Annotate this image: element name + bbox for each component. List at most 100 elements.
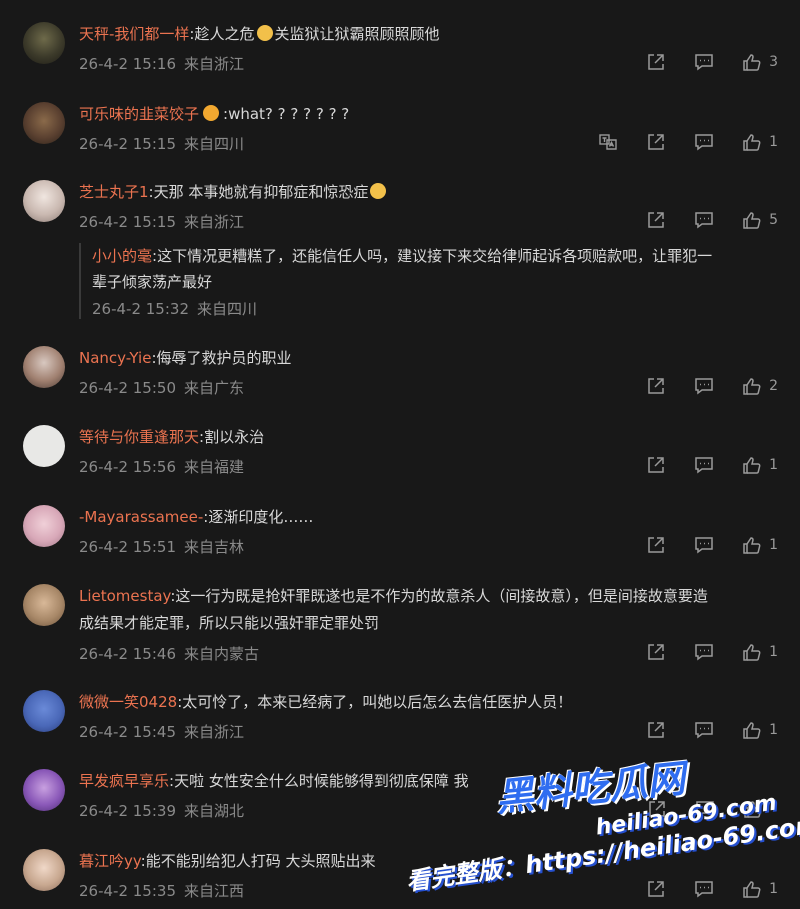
share-icon[interactable] bbox=[646, 210, 666, 230]
comment-username[interactable]: Lietomestay bbox=[79, 587, 170, 605]
comment-text: 天那 本事她就有抑郁症和惊恐症 bbox=[153, 183, 369, 201]
avatar[interactable] bbox=[23, 180, 65, 222]
avatar[interactable] bbox=[23, 505, 65, 547]
comment-time: 26-4-2 15:16 bbox=[79, 55, 176, 73]
like-icon[interactable] bbox=[742, 720, 762, 740]
comment-meta: 26-4-2 15:15 来自浙江 bbox=[79, 211, 244, 232]
comment-text-line2: 成结果才能定罪，所以只能以强奸罪定罪处罚 bbox=[79, 614, 380, 632]
reply-item: 小小的毫:这下情况更糟糕了，还能信任人吗，建议接下来交给律师起诉各项赔款吧，让罪… bbox=[79, 243, 792, 319]
like-icon[interactable] bbox=[742, 52, 762, 72]
comment-time: 26-4-2 15:15 bbox=[79, 135, 176, 153]
comment-actions: 5 bbox=[646, 210, 778, 230]
comment-line: 天秤-我们都一样:趁人之危 关监狱让狱霸照顾照顾他 bbox=[79, 25, 440, 43]
comment-line: -Mayarassamee-:逐渐印度化…… bbox=[79, 508, 314, 526]
share-icon[interactable] bbox=[646, 132, 666, 152]
comment-location: 来自湖北 bbox=[184, 802, 245, 820]
comment-line: 早发疯早享乐:天啦 女性安全什么时候能够得到彻底保障 我 bbox=[79, 772, 469, 790]
reply-text-line2: 辈子倾家荡产最好 bbox=[92, 273, 213, 291]
comment-location: 来自吉林 bbox=[184, 538, 245, 556]
share-icon[interactable] bbox=[646, 879, 666, 899]
like-icon[interactable] bbox=[742, 642, 762, 662]
like-icon[interactable] bbox=[742, 376, 762, 396]
comment-icon[interactable] bbox=[694, 879, 714, 899]
share-icon[interactable] bbox=[646, 720, 666, 740]
share-icon[interactable] bbox=[646, 52, 666, 72]
avatar[interactable] bbox=[23, 849, 65, 891]
like-icon[interactable] bbox=[742, 210, 762, 230]
comment-text: 逐渐印度化…… bbox=[208, 508, 314, 526]
comment-icon[interactable] bbox=[694, 52, 714, 72]
comment-line: 微微一笑0428:太可怜了，本来已经病了，叫她以后怎么去信任医护人员！ bbox=[79, 693, 573, 711]
avatar[interactable] bbox=[23, 22, 65, 64]
reply-location: 来自四川 bbox=[197, 300, 258, 318]
like-count: 1 bbox=[769, 457, 778, 473]
like-icon[interactable] bbox=[742, 879, 762, 899]
comment-actions: 1 bbox=[646, 455, 778, 475]
comment-line: Lietomestay:这一行为既是抢奸罪既遂也是不作为的故意杀人（间接故意），… bbox=[79, 587, 708, 605]
like-icon[interactable] bbox=[743, 799, 763, 819]
comment-username[interactable]: 可乐味的韭菜饺子 bbox=[79, 105, 199, 123]
comment-line: Nancy-Yie:侮辱了救护员的职业 bbox=[79, 349, 292, 367]
comment-line: 等待与你重逢那天:割以永治 bbox=[79, 428, 265, 446]
comment-location: 来自浙江 bbox=[184, 213, 245, 231]
comment-time: 26-4-2 15:35 bbox=[79, 882, 176, 900]
reply-username[interactable]: 小小的毫 bbox=[92, 247, 152, 265]
comment-username[interactable]: 芝士丸子1 bbox=[79, 183, 149, 201]
share-icon[interactable] bbox=[646, 535, 666, 555]
avatar[interactable] bbox=[23, 102, 65, 144]
comment-username[interactable]: 等待与你重逢那天 bbox=[79, 428, 199, 446]
like-count: 1 bbox=[769, 881, 778, 897]
comment-username[interactable]: -Mayarassamee- bbox=[79, 508, 203, 526]
comment-actions: 1 bbox=[646, 642, 778, 662]
avatar[interactable] bbox=[23, 584, 65, 626]
comment-icon[interactable] bbox=[694, 720, 714, 740]
comment-meta: 26-4-2 15:45 来自浙江 bbox=[79, 721, 244, 742]
comment-time: 26-4-2 15:39 bbox=[79, 802, 176, 820]
comment-location: 来自浙江 bbox=[184, 55, 245, 73]
share-icon[interactable] bbox=[646, 455, 666, 475]
comment-icon[interactable] bbox=[694, 210, 714, 230]
avatar[interactable] bbox=[23, 769, 65, 811]
comment-meta: 26-4-2 15:56 来自福建 bbox=[79, 456, 244, 477]
comment-line: 芝士丸子1:天那 本事她就有抑郁症和惊恐症 bbox=[79, 179, 782, 205]
comment-actions: 1 bbox=[646, 535, 778, 555]
like-icon[interactable] bbox=[742, 535, 762, 555]
comment-text: 天啦 女性安全什么时候能够得到彻底保障 我 bbox=[174, 772, 469, 790]
comment-text: 割以永治 bbox=[204, 428, 265, 446]
like-icon[interactable] bbox=[742, 132, 762, 152]
comment-time: 26-4-2 15:56 bbox=[79, 458, 176, 476]
comment-username[interactable]: 暮江吟yy bbox=[79, 852, 141, 870]
comment-icon[interactable] bbox=[694, 642, 714, 662]
like-count: 1 bbox=[769, 722, 778, 738]
comment-username[interactable]: 微微一笑0428 bbox=[79, 693, 177, 711]
comment-meta: 26-4-2 15:15 来自四川 bbox=[79, 133, 244, 154]
comment-text-continued: 关监狱让狱霸照顾照顾他 bbox=[274, 25, 440, 43]
like-count: 1 bbox=[769, 644, 778, 660]
comment-username[interactable]: 早发疯早享乐 bbox=[79, 772, 169, 790]
avatar[interactable] bbox=[23, 425, 65, 467]
comment-actions: 2 bbox=[646, 376, 778, 396]
avatar[interactable] bbox=[23, 346, 65, 388]
comment-time: 26-4-2 15:46 bbox=[79, 645, 176, 663]
comment-icon[interactable] bbox=[694, 455, 714, 475]
comment-username[interactable]: Nancy-Yie bbox=[79, 349, 151, 367]
avatar[interactable] bbox=[23, 690, 65, 732]
comment-username[interactable]: 天秤-我们都一样 bbox=[79, 25, 189, 43]
reply-meta: 26-4-2 15:32 来自四川 bbox=[92, 298, 792, 319]
comment-time: 26-4-2 15:45 bbox=[79, 723, 176, 741]
share-icon[interactable] bbox=[646, 376, 666, 396]
comment-icon[interactable] bbox=[694, 535, 714, 555]
comment-icon[interactable] bbox=[695, 799, 715, 819]
comment-icon[interactable] bbox=[694, 376, 714, 396]
comment-meta: 26-4-2 15:51 来自吉林 bbox=[79, 536, 244, 557]
like-count: 3 bbox=[769, 54, 778, 70]
comment-text: 这一行为既是抢奸罪既遂也是不作为的故意杀人（间接故意），但是间接故意要造 bbox=[175, 587, 708, 605]
like-icon[interactable] bbox=[742, 455, 762, 475]
comment-text: 能不能别给犯人打码 大头照贴出来 bbox=[145, 852, 376, 870]
share-icon[interactable] bbox=[647, 799, 667, 819]
share-icon[interactable] bbox=[646, 642, 666, 662]
comment-actions: 1 bbox=[646, 720, 778, 740]
translate-icon[interactable] bbox=[598, 132, 618, 152]
like-count: 1 bbox=[769, 537, 778, 553]
comment-icon[interactable] bbox=[694, 132, 714, 152]
